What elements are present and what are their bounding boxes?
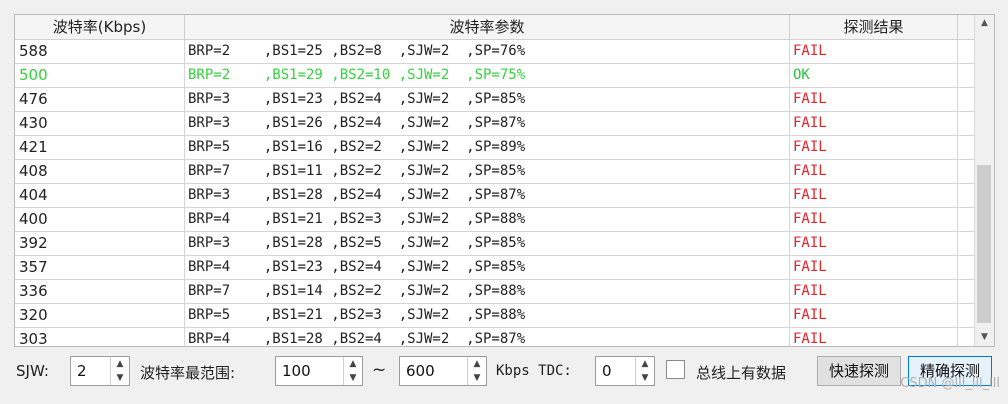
baudrate-cell: 408 [15,160,185,184]
table-row[interactable]: 476 BRP=3 ,BS1=23 ,BS2=4 ,SJW=2 ,SP=85% FA… [15,88,974,112]
params-cell: BRP=3 ,BS1=26 ,BS2=4 ,SJW=2 ,SP=87% [185,112,790,136]
control-bar: SJW: 2 ▲ ▼ 波特率最范围: 100 ▲ ▼ ~ 600 ▲ ▼ Kbps T… [0,352,1008,392]
baudrate-table[interactable]: 波特率(Kbps) 波特率参数 探测结果 588 BRP=2 ,BS1=25 ,B… [14,14,995,347]
result-cell: FAIL [790,40,958,64]
result-cell: FAIL [790,232,958,256]
params-cell: BRP=4 ,BS1=21 ,BS2=3 ,SJW=2 ,SP=88% [185,208,790,232]
scrollbar-thumb[interactable] [977,165,991,323]
result-cell: FAIL [790,184,958,208]
watermark: CSDN @lll_lll_lll [900,376,1000,391]
result-cell: FAIL [790,208,958,232]
table-row[interactable]: 303 BRP=4 ,BS1=28 ,BS2=4 ,SJW=2 ,SP=87% FA… [15,328,974,346]
bus-data-checkbox[interactable] [666,360,685,379]
params-cell: BRP=2 ,BS1=25 ,BS2=8 ,SJW=2 ,SP=76% [185,40,790,64]
baudrate-cell: 336 [15,280,185,304]
params-cell: BRP=5 ,BS1=16 ,BS2=2 ,SJW=2 ,SP=89% [185,136,790,160]
result-cell: FAIL [790,160,958,184]
chevron-up-icon[interactable]: ▲ [344,357,362,371]
header-params[interactable]: 波特率参数 [185,15,790,39]
table-row[interactable]: 500 BRP=2 ,BS1=29 ,BS2=10 ,SJW=2 ,SP=75% O… [15,64,974,88]
table-row[interactable]: 357 BRP=4 ,BS1=23 ,BS2=4 ,SJW=2 ,SP=85% FA… [15,256,974,280]
params-cell: BRP=3 ,BS1=28 ,BS2=5 ,SJW=2 ,SP=85% [185,232,790,256]
params-cell: BRP=7 ,BS1=14 ,BS2=2 ,SJW=2 ,SP=88% [185,280,790,304]
table-row[interactable]: 421 BRP=5 ,BS1=16 ,BS2=2 ,SJW=2 ,SP=89% FA… [15,136,974,160]
header-baudrate[interactable]: 波特率(Kbps) [15,15,185,39]
baudrate-cell: 400 [15,208,185,232]
result-cell: FAIL [790,328,958,346]
result-cell: FAIL [790,256,958,280]
tdc-value[interactable]: 0 [602,362,612,380]
result-cell: OK [790,64,958,88]
params-cell: BRP=4 ,BS1=23 ,BS2=4 ,SJW=2 ,SP=85% [185,256,790,280]
chevron-up-icon[interactable]: ▲ [111,357,129,371]
chevron-up-icon[interactable]: ▲ [636,357,654,371]
bus-data-label[interactable]: 总线上有数据 [696,362,786,383]
chevron-down-icon[interactable]: ▼ [636,371,654,385]
range-separator: ~ [372,360,387,380]
chevron-down-icon[interactable]: ▼ [468,371,486,385]
range-min-value[interactable]: 100 [282,362,311,380]
baudrate-cell: 588 [15,40,185,64]
sjw-spinbox[interactable]: 2 ▲ ▼ [70,356,130,386]
baudrate-cell: 320 [15,304,185,328]
params-cell: BRP=3 ,BS1=28 ,BS2=4 ,SJW=2 ,SP=87% [185,184,790,208]
params-cell: BRP=7 ,BS1=11 ,BS2=2 ,SJW=2 ,SP=85% [185,160,790,184]
params-cell: BRP=3 ,BS1=23 ,BS2=4 ,SJW=2 ,SP=85% [185,88,790,112]
result-cell: FAIL [790,280,958,304]
table-body: 588 BRP=2 ,BS1=25 ,BS2=8 ,SJW=2 ,SP=76% FA… [15,40,974,346]
chevron-down-icon[interactable]: ▼ [111,371,129,385]
table-row[interactable]: 400 BRP=4 ,BS1=21 ,BS2=3 ,SJW=2 ,SP=88% FA… [15,208,974,232]
baudrate-cell: 430 [15,112,185,136]
table-row[interactable]: 336 BRP=7 ,BS1=14 ,BS2=2 ,SJW=2 ,SP=88% FA… [15,280,974,304]
range-max-spinbox[interactable]: 600 ▲ ▼ [399,356,487,386]
kbps-tdc-label: Kbps TDC: [496,363,572,379]
result-cell: FAIL [790,136,958,160]
params-cell: BRP=4 ,BS1=28 ,BS2=4 ,SJW=2 ,SP=87% [185,328,790,346]
baudrate-cell: 476 [15,88,185,112]
scroll-down-icon[interactable]: ▼ [975,329,994,346]
header-result[interactable]: 探测结果 [790,15,958,39]
result-cell: FAIL [790,88,958,112]
params-cell: BRP=5 ,BS1=21 ,BS2=3 ,SJW=2 ,SP=88% [185,304,790,328]
table-row[interactable]: 404 BRP=3 ,BS1=28 ,BS2=4 ,SJW=2 ,SP=87% FA… [15,184,974,208]
chevron-down-icon[interactable]: ▼ [344,371,362,385]
scroll-up-icon[interactable]: ▲ [975,15,994,32]
baudrate-cell: 303 [15,328,185,346]
baudrate-cell: 500 [15,64,185,88]
table-row[interactable]: 320 BRP=5 ,BS1=21 ,BS2=3 ,SJW=2 ,SP=88% FA… [15,304,974,328]
sjw-label: SJW: [16,362,49,380]
range-min-spinbox[interactable]: 100 ▲ ▼ [275,356,363,386]
table-row[interactable]: 408 BRP=7 ,BS1=11 ,BS2=2 ,SJW=2 ,SP=85% FA… [15,160,974,184]
table-header: 波特率(Kbps) 波特率参数 探测结果 [15,15,974,40]
vertical-scrollbar[interactable]: ▲ ▼ [974,15,994,346]
baudrate-cell: 357 [15,256,185,280]
range-label: 波特率最范围: [140,364,236,382]
sjw-value[interactable]: 2 [77,362,87,380]
range-max-value[interactable]: 600 [406,362,435,380]
baudrate-cell: 421 [15,136,185,160]
result-cell: FAIL [790,112,958,136]
result-cell: FAIL [790,304,958,328]
chevron-up-icon[interactable]: ▲ [468,357,486,371]
baudrate-cell: 392 [15,232,185,256]
table-row[interactable]: 392 BRP=3 ,BS1=28 ,BS2=5 ,SJW=2 ,SP=85% FA… [15,232,974,256]
tdc-spinbox[interactable]: 0 ▲ ▼ [595,356,655,386]
baudrate-cell: 404 [15,184,185,208]
fast-detect-button[interactable]: 快速探测 [817,356,901,386]
table-row[interactable]: 430 BRP=3 ,BS1=26 ,BS2=4 ,SJW=2 ,SP=87% FA… [15,112,974,136]
params-cell: BRP=2 ,BS1=29 ,BS2=10 ,SJW=2 ,SP=75% [185,64,790,88]
table-row[interactable]: 588 BRP=2 ,BS1=25 ,BS2=8 ,SJW=2 ,SP=76% FA… [15,40,974,64]
